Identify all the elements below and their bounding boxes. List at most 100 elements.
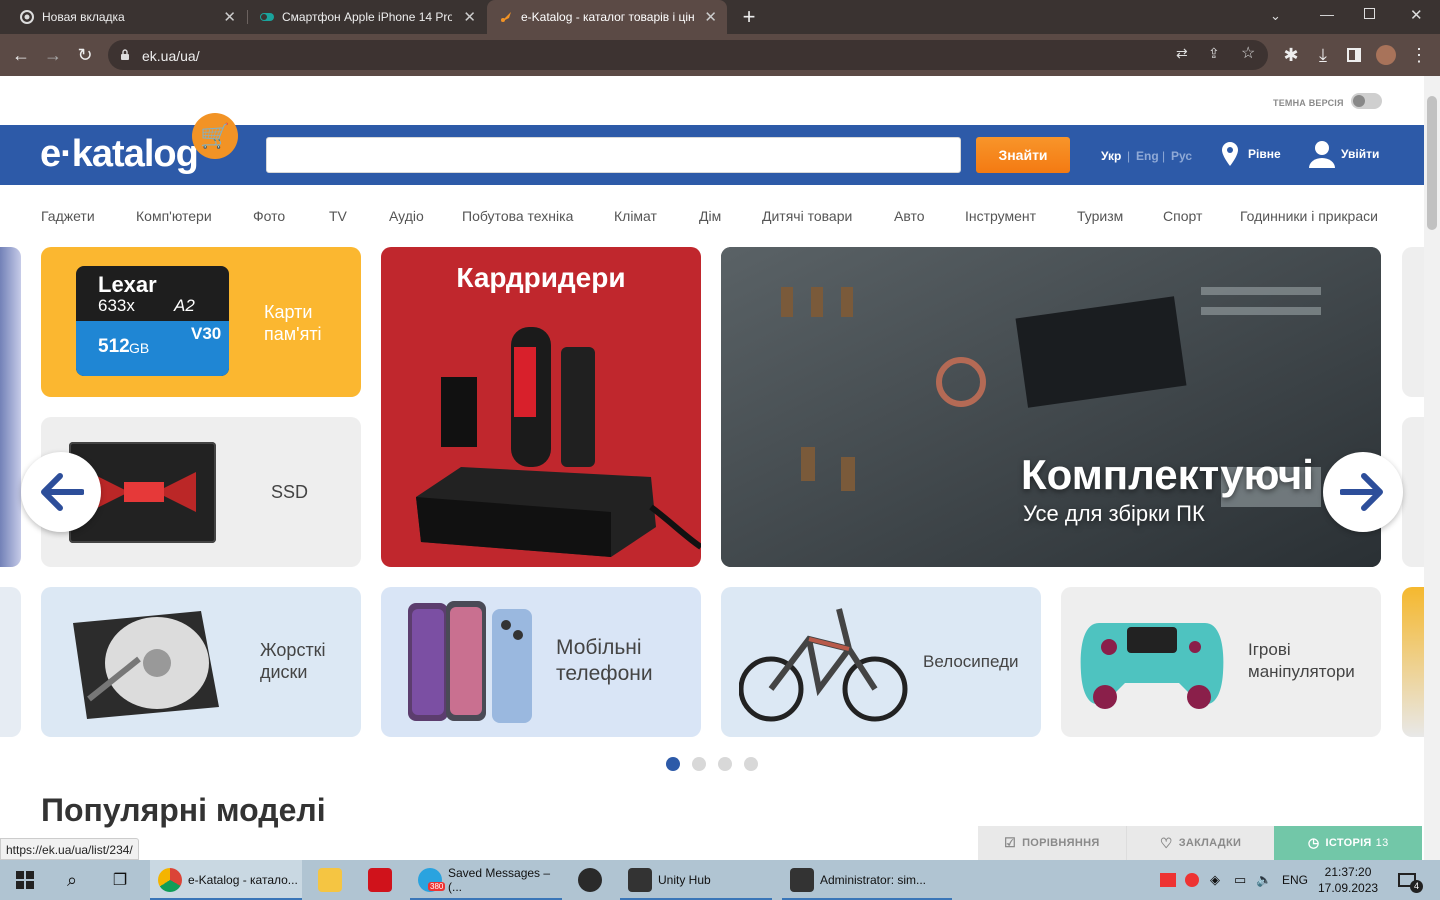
card-title: Комплектуючі xyxy=(1021,451,1314,498)
dark-mode-toggle[interactable] xyxy=(1351,93,1382,109)
nav-tourism[interactable]: Туризм xyxy=(1077,208,1123,224)
extensions-icon[interactable]: ✱ xyxy=(1278,42,1304,68)
back-icon[interactable]: ← xyxy=(8,42,34,68)
card-bicycles[interactable]: Велосипеди xyxy=(721,587,1041,737)
slider-dot-2[interactable] xyxy=(692,757,706,771)
tab-new-tab[interactable]: Новая вкладка ✕ xyxy=(8,0,246,34)
lang-separator: | xyxy=(1162,149,1166,163)
language-indicator[interactable]: ENG xyxy=(1282,860,1308,900)
close-tab-icon[interactable]: ✕ xyxy=(223,8,236,26)
slider-prev-button[interactable] xyxy=(21,452,101,532)
taskbar-amd[interactable] xyxy=(368,860,396,900)
history-tab[interactable]: ◷ ІСТОРІЯ 13 xyxy=(1274,826,1423,860)
slider-dot-4[interactable] xyxy=(744,757,758,771)
card-card-readers[interactable]: Кардридери xyxy=(381,247,701,567)
city-label[interactable]: Рівне xyxy=(1248,147,1281,161)
lang-eng[interactable]: Eng xyxy=(1136,149,1159,163)
login-link[interactable]: Увійти xyxy=(1341,147,1379,161)
close-tab-icon[interactable]: ✕ xyxy=(463,8,476,26)
popular-models-heading: Популярні моделі xyxy=(41,792,326,828)
nav-watches[interactable]: Годинники і прикраси xyxy=(1240,208,1378,224)
location-pin-icon[interactable] xyxy=(1220,141,1240,167)
nav-gadgets[interactable]: Гаджети xyxy=(41,208,95,224)
user-icon[interactable] xyxy=(1308,139,1336,169)
restore-icon[interactable] xyxy=(1364,8,1375,19)
unity-icon xyxy=(790,868,814,892)
card-label: Ігрові маніпулятори xyxy=(1248,640,1355,681)
nav-appliances[interactable]: Побутова техніка xyxy=(462,208,573,224)
card-memory-cards[interactable]: Lexar 633x A2 512 GB V30 Карти пам'яті xyxy=(41,247,361,397)
card-components[interactable]: Комплектуючі Усе для збірки ПК xyxy=(721,247,1381,567)
site-header: e·katalog 🛒 Знайти Укр | Eng | Рус Рівне… xyxy=(0,113,1424,185)
bookmarks-tab[interactable]: ♡ ЗАКЛАДКИ xyxy=(1125,826,1275,860)
nav-home[interactable]: Дім xyxy=(699,208,721,224)
forward-icon[interactable]: → xyxy=(40,42,66,68)
tray-record-icon[interactable] xyxy=(1185,860,1203,900)
taskbar-obs[interactable] xyxy=(578,860,606,900)
volume-icon[interactable]: 🔈 xyxy=(1256,860,1274,900)
arrow-left-icon xyxy=(41,473,84,511)
address-bar[interactable]: ek.ua/ua/ ⇄ ⇪ ☆ xyxy=(108,40,1268,70)
taskbar-telegram[interactable]: 380 Saved Messages – (... xyxy=(410,860,562,900)
bookmark-star-icon[interactable]: ☆ xyxy=(1241,43,1255,63)
nav-photo[interactable]: Фото xyxy=(253,208,285,224)
clock-time: 21:37:20 xyxy=(1324,865,1372,879)
nav-auto[interactable]: Авто xyxy=(894,208,925,224)
site-logo[interactable]: e·katalog xyxy=(40,133,199,176)
clock[interactable]: 21:37:20 17.09.2023 xyxy=(1318,860,1378,900)
compare-tab[interactable]: ☑ ПОРІВНЯННЯ xyxy=(978,826,1126,860)
tab-ekatalog[interactable]: e-Katalog - каталог товарів і цін ✕ xyxy=(487,0,727,34)
menu-icon[interactable]: ⋮ xyxy=(1406,42,1432,68)
new-tab-button[interactable]: + xyxy=(738,6,760,28)
close-tab-icon[interactable]: ✕ xyxy=(704,8,717,26)
nav-tools[interactable]: Інструмент xyxy=(965,208,1036,224)
taskbar-chrome[interactable]: e-Katalog - катало... xyxy=(150,860,302,900)
lock-icon[interactable] xyxy=(120,49,130,61)
side-panel-icon[interactable] xyxy=(1347,48,1361,62)
nav-audio[interactable]: Аудіо xyxy=(389,208,424,224)
slider-dot-3[interactable] xyxy=(718,757,732,771)
notifications-button[interactable]: 4 xyxy=(1398,860,1423,900)
category-nav: Гаджети Комп'ютери Фото TV Аудіо Побутов… xyxy=(0,196,1424,236)
tab-search-icon[interactable]: ⌄ xyxy=(1270,8,1281,24)
lang-ukr[interactable]: Укр xyxy=(1101,149,1121,163)
nav-kids[interactable]: Дитячі товари xyxy=(762,208,852,224)
tab-iphone[interactable]: Смартфон Apple iPhone 14 Pro ✕ xyxy=(248,0,486,34)
tray-unity-icon[interactable]: ◈ xyxy=(1210,860,1228,900)
share-icon[interactable]: ⇪ xyxy=(1208,45,1220,62)
tray-anydesk-icon[interactable] xyxy=(1160,860,1178,900)
card-gamepads[interactable]: Ігрові маніпулятори xyxy=(1061,587,1381,737)
minimize-icon[interactable]: — xyxy=(1320,6,1334,22)
close-window-icon[interactable]: ✕ xyxy=(1410,6,1423,24)
scrollbar-thumb[interactable] xyxy=(1427,96,1437,230)
search-icon[interactable]: ⌕ xyxy=(60,860,84,900)
task-view-icon[interactable]: ❐ xyxy=(108,860,132,900)
taskbar-admin-console[interactable]: Administrator: sim... xyxy=(782,860,952,900)
slider-dot-1[interactable] xyxy=(666,757,680,771)
sd-brand: Lexar xyxy=(98,272,157,297)
slider-next-button[interactable] xyxy=(1323,452,1403,532)
reload-icon[interactable]: ↻ xyxy=(72,42,98,68)
lang-rus[interactable]: Рус xyxy=(1171,149,1192,163)
translate-icon[interactable]: ⇄ xyxy=(1176,45,1188,62)
sd-card-image: Lexar 633x A2 512 GB V30 xyxy=(76,266,229,376)
start-button[interactable] xyxy=(10,860,40,900)
clock-date: 17.09.2023 xyxy=(1318,881,1379,895)
find-button[interactable]: Знайти xyxy=(976,137,1070,173)
nav-sport[interactable]: Спорт xyxy=(1163,208,1202,224)
nav-climate[interactable]: Клімат xyxy=(614,208,657,224)
profile-avatar[interactable] xyxy=(1376,45,1396,65)
taskbar-explorer[interactable] xyxy=(318,860,346,900)
download-icon[interactable]: ⤓ xyxy=(1310,42,1336,68)
obs-icon xyxy=(578,868,602,892)
taskbar-unity-hub[interactable]: Unity Hub xyxy=(620,860,772,900)
card-label: SSD xyxy=(271,482,309,502)
url-text: ek.ua/ua/ xyxy=(142,48,200,64)
card-hard-drives[interactable]: Жорсткі диски xyxy=(41,587,361,737)
card-reader-image xyxy=(416,327,701,557)
nav-tv[interactable]: TV xyxy=(329,208,347,224)
search-input[interactable] xyxy=(266,137,961,173)
network-icon[interactable]: ▭ xyxy=(1234,860,1252,900)
card-mobile-phones[interactable]: Мобільні телефони xyxy=(381,587,701,737)
nav-computers[interactable]: Комп'ютери xyxy=(136,208,212,224)
